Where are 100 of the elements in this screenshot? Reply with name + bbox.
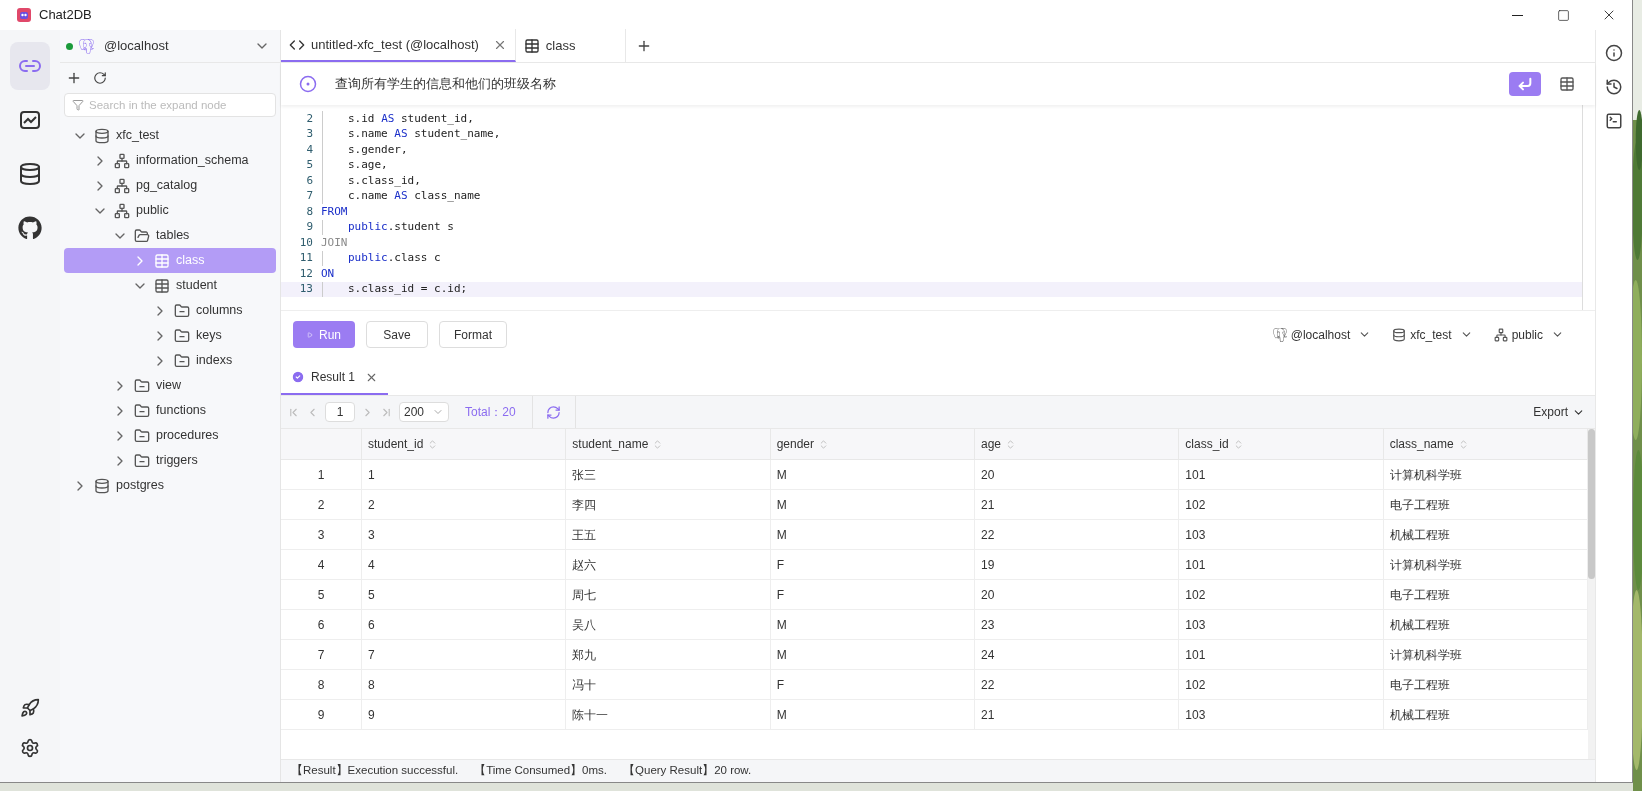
table-cell: 102 <box>1179 490 1384 519</box>
status-text: 【Time Consumed】0ms. <box>474 763 608 779</box>
table-cell: 101 <box>1179 550 1384 579</box>
context-selector[interactable]: xfc_test <box>1392 325 1473 344</box>
total-count: Total：20 <box>465 404 516 421</box>
line-number: 12 <box>298 265 313 282</box>
table-cell: 21 <box>975 490 1180 519</box>
table-cell: 电子工程班 <box>1383 490 1588 519</box>
page-size-select[interactable]: 200 <box>399 402 449 422</box>
submit-button[interactable] <box>1509 72 1541 96</box>
table-cell: 计算机科学班 <box>1383 640 1588 669</box>
table-cell: 7 <box>362 640 567 669</box>
page-field[interactable]: 1 <box>325 402 355 422</box>
table-cell: 4 <box>362 550 567 579</box>
code-line: s.class_id = c.id; <box>348 281 468 297</box>
column-header[interactable]: age <box>975 429 1180 459</box>
code-line: s.id AS student_id, <box>348 110 474 127</box>
context-selector[interactable]: public <box>1493 325 1564 344</box>
table-cell: 8 <box>362 670 567 699</box>
table-cell: F <box>770 670 975 699</box>
line-number: 9 <box>305 219 313 235</box>
code-line: ON <box>321 265 335 282</box>
tree-item[interactable]: view <box>64 373 276 398</box>
line-number: 4 <box>305 141 313 158</box>
table-cell: 20 <box>975 460 1180 489</box>
column-header[interactable]: class_id <box>1179 429 1384 459</box>
chart-icon <box>18 108 42 132</box>
folder-icon <box>174 302 190 319</box>
table-cell: 103 <box>1179 520 1384 549</box>
code-line: c.name AS class_name <box>348 188 481 204</box>
column-header[interactable]: gender <box>770 429 975 459</box>
editor-tab[interactable]: untitled-xfc_test (@localhost) <box>281 29 516 62</box>
table-cell: M <box>770 520 975 549</box>
table-cell: 3 <box>362 520 567 549</box>
schema-icon <box>114 177 130 194</box>
tree-item[interactable]: triggers <box>64 448 276 473</box>
table-cell: 101 <box>1179 640 1384 669</box>
status-text: 【Result】Execution successful. <box>291 763 459 779</box>
database-icon <box>94 127 110 144</box>
toolbar-button[interactable]: Save <box>366 321 428 348</box>
table-cell: M <box>770 640 975 669</box>
line-number: 7 <box>305 188 313 204</box>
table-cell: 5 <box>362 580 567 609</box>
row-number: 2 <box>281 490 362 519</box>
table-cell: F <box>770 580 975 609</box>
folder-icon <box>134 377 150 394</box>
terminal-icon <box>1605 112 1623 130</box>
row-number: 5 <box>281 580 362 609</box>
tree-item[interactable]: public <box>64 198 276 223</box>
code-line: s.name AS student_name, <box>348 126 501 142</box>
toolbar-button[interactable]: Format <box>439 321 507 348</box>
tree-item[interactable]: procedures <box>64 423 276 448</box>
tree-item[interactable]: keys <box>64 323 276 348</box>
code-line: JOIN <box>321 234 348 251</box>
github-icon <box>18 216 42 240</box>
table-icon <box>523 37 540 54</box>
tree-item[interactable]: xfc_test <box>64 123 276 148</box>
tree-item[interactable]: tables <box>64 223 276 248</box>
info-icon <box>1605 44 1623 62</box>
table-icon <box>1559 76 1575 92</box>
tree-item[interactable]: information_schema <box>64 148 276 173</box>
tree-item[interactable]: postgres <box>64 473 276 498</box>
info-button[interactable] <box>1603 42 1625 64</box>
enter-icon <box>1517 76 1533 92</box>
line-number: 3 <box>305 126 313 142</box>
table-cell: 冯十 <box>566 670 771 699</box>
table-cell: 机械工程班 <box>1383 700 1588 729</box>
tree-item[interactable]: columns <box>64 298 276 323</box>
row-number: 8 <box>281 670 362 699</box>
refresh-button[interactable] <box>92 70 108 86</box>
table-cell: 郑九 <box>566 640 771 669</box>
row-number: 9 <box>281 700 362 729</box>
search-field[interactable]: Search in the expand node <box>64 93 276 117</box>
table-button[interactable] <box>1557 74 1577 94</box>
schema-icon <box>114 152 130 169</box>
table-cell: F <box>770 550 975 579</box>
column-header[interactable]: student_id <box>362 429 567 459</box>
line-number: 6 <box>305 172 313 189</box>
line-number: 2 <box>305 110 313 127</box>
context-selector[interactable]: @localhost <box>1272 325 1372 344</box>
export-button[interactable]: Export <box>1533 403 1585 421</box>
row-number: 1 <box>281 460 362 489</box>
table-icon <box>154 252 170 269</box>
column-header[interactable]: class_name <box>1383 429 1588 459</box>
column-header[interactable]: student_name <box>566 429 771 459</box>
row-number: 6 <box>281 610 362 639</box>
filter-icon <box>72 99 84 111</box>
tree-item[interactable]: functions <box>64 398 276 423</box>
table-cell: 21 <box>975 700 1180 729</box>
table-cell: 电子工程班 <box>1383 580 1588 609</box>
table-cell: 101 <box>1179 460 1384 489</box>
table-cell: 李四 <box>566 490 771 519</box>
scrollbar[interactable] <box>1588 429 1595 759</box>
table-cell: 22 <box>975 520 1180 549</box>
tree-item[interactable]: student <box>64 273 276 298</box>
tree-item[interactable]: pg_catalog <box>64 173 276 198</box>
folder-icon <box>134 452 150 469</box>
tree-item[interactable]: indexs <box>64 348 276 373</box>
code-line: s.class_id, <box>348 172 421 189</box>
add-button[interactable] <box>66 70 82 86</box>
